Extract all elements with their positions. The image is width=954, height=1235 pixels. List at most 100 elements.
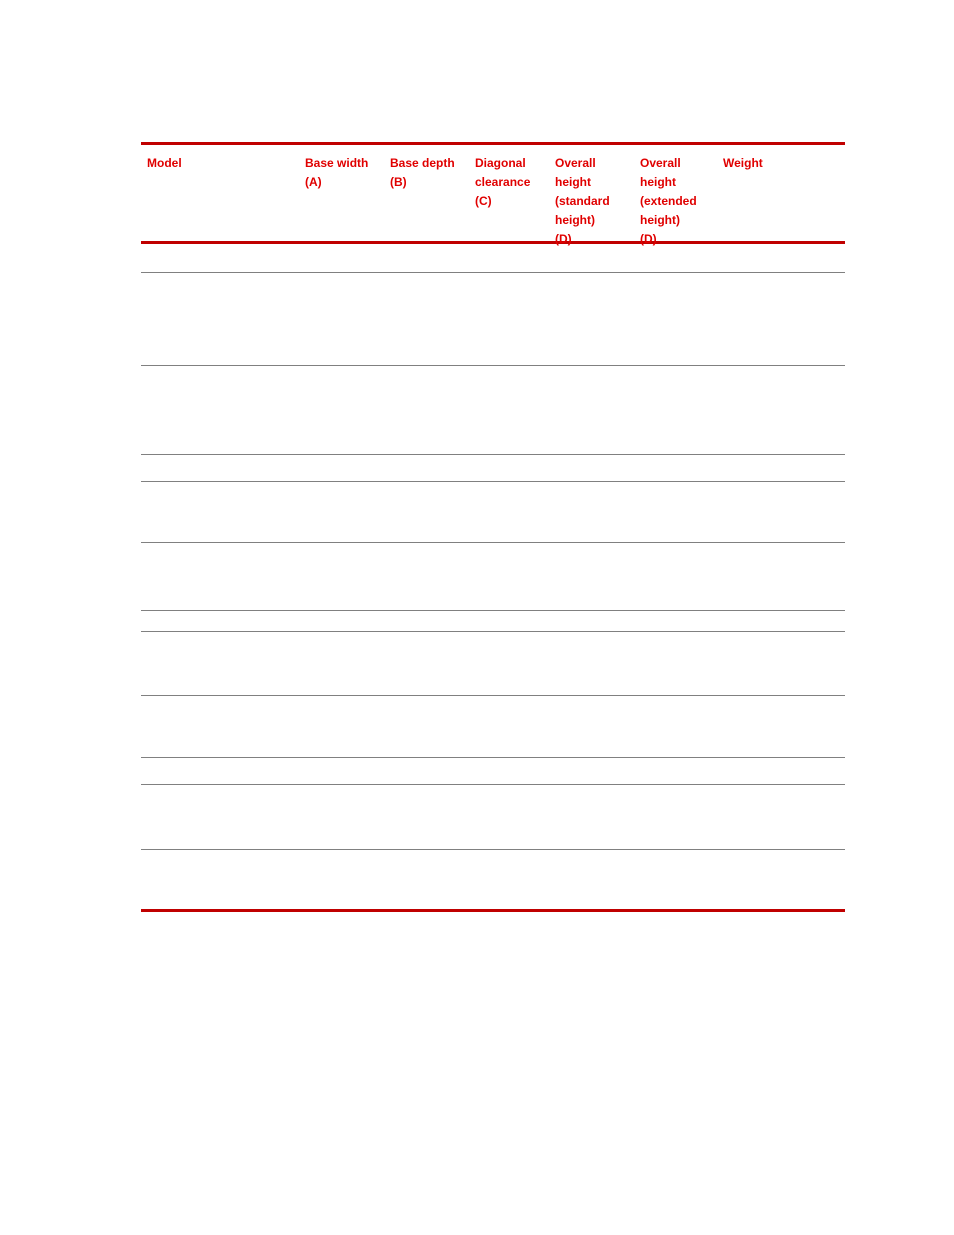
table-cell-weight [723, 611, 845, 631]
table-row [141, 850, 845, 909]
table-cell-overall_height_standard [555, 244, 640, 272]
table-cell-diagonal_clearance [475, 758, 555, 784]
table-cell-weight [723, 482, 845, 542]
table-cell-model [141, 632, 305, 695]
table-cell-model [141, 455, 305, 481]
table-cell-model [141, 273, 305, 365]
table-cell-model [141, 244, 305, 272]
table-cell-base_width [305, 785, 390, 849]
table-cell-base_width [305, 611, 390, 631]
table-cell-base_depth [390, 758, 475, 784]
table-cell-overall_height_extended [640, 611, 723, 631]
table-cell-model [141, 850, 305, 909]
table-cell-weight [723, 273, 845, 365]
table-cell-overall_height_standard [555, 696, 640, 757]
table-cell-model [141, 758, 305, 784]
table-cell-base_depth [390, 543, 475, 610]
table-cell-overall_height_standard [555, 785, 640, 849]
table-cell-diagonal_clearance [475, 850, 555, 909]
table-row [141, 244, 845, 272]
table-cell-base_depth [390, 482, 475, 542]
table-cell-base_width [305, 696, 390, 757]
table-cell-overall_height_extended [640, 455, 723, 481]
table-cell-model [141, 543, 305, 610]
table-cell-base_depth [390, 366, 475, 454]
table-row [141, 366, 845, 454]
table-cell-overall_height_standard [555, 273, 640, 365]
column-header-overall-height-extended: Overall height (extended height) (D) [640, 156, 697, 246]
table-cell-overall_height_extended [640, 543, 723, 610]
table-body [141, 244, 845, 909]
table-cell-base_depth [390, 244, 475, 272]
table-cell-base_depth [390, 696, 475, 757]
table-cell-overall_height_standard [555, 482, 640, 542]
table-cell-base_width [305, 482, 390, 542]
table-cell-weight [723, 632, 845, 695]
table-cell-overall_height_extended [640, 758, 723, 784]
column-header-base-depth: Base depth (B) [390, 156, 455, 189]
table-cell-overall_height_standard [555, 758, 640, 784]
table-cell-weight [723, 785, 845, 849]
table-cell-overall_height_extended [640, 785, 723, 849]
table-row [141, 758, 845, 784]
table-cell-diagonal_clearance [475, 273, 555, 365]
table-cell-diagonal_clearance [475, 366, 555, 454]
table-cell-base_width [305, 273, 390, 365]
column-header-weight: Weight [723, 156, 763, 170]
table-cell-model [141, 482, 305, 542]
table-cell-base_depth [390, 455, 475, 481]
table-cell-base_width [305, 850, 390, 909]
table-cell-weight [723, 543, 845, 610]
table-cell-model [141, 611, 305, 631]
table-cell-weight [723, 758, 845, 784]
table-cell-diagonal_clearance [475, 785, 555, 849]
specification-table: Model Base width (A) Base depth (B) Diag… [141, 142, 845, 912]
table-bottom-border [141, 909, 845, 912]
table-row [141, 455, 845, 481]
table-cell-overall_height_standard [555, 850, 640, 909]
table-header-row: Model Base width (A) Base depth (B) Diag… [141, 145, 845, 246]
table-cell-overall_height_standard [555, 632, 640, 695]
table-cell-diagonal_clearance [475, 244, 555, 272]
table-cell-base_depth [390, 785, 475, 849]
table-cell-overall_height_extended [640, 366, 723, 454]
table-cell-overall_height_standard [555, 455, 640, 481]
table-cell-base_width [305, 758, 390, 784]
column-header-overall-height-standard: Overall height (standard height) (D) [555, 156, 610, 246]
table-cell-model [141, 785, 305, 849]
column-header-diagonal-clearance: Diagonal clearance (C) [475, 156, 531, 208]
table-row [141, 785, 845, 849]
table-cell-base_width [305, 632, 390, 695]
table-cell-base_width [305, 366, 390, 454]
table-cell-base_width [305, 543, 390, 610]
table-cell-overall_height_extended [640, 244, 723, 272]
table-cell-model [141, 696, 305, 757]
table-cell-weight [723, 244, 845, 272]
table-row [141, 543, 845, 610]
table-cell-base_depth [390, 611, 475, 631]
table-row [141, 632, 845, 695]
table-cell-diagonal_clearance [475, 632, 555, 695]
column-header-model: Model [147, 156, 182, 170]
table-row [141, 273, 845, 365]
page-canvas: Model Base width (A) Base depth (B) Diag… [0, 0, 954, 1235]
table-cell-overall_height_extended [640, 696, 723, 757]
table-cell-weight [723, 850, 845, 909]
table-cell-diagonal_clearance [475, 543, 555, 610]
table-cell-overall_height_standard [555, 366, 640, 454]
table-cell-diagonal_clearance [475, 696, 555, 757]
table-cell-base_depth [390, 273, 475, 365]
table-cell-diagonal_clearance [475, 455, 555, 481]
table-cell-base_depth [390, 850, 475, 909]
table-cell-weight [723, 696, 845, 757]
table-cell-diagonal_clearance [475, 611, 555, 631]
table-cell-base_width [305, 244, 390, 272]
table-row [141, 696, 845, 757]
table-cell-overall_height_extended [640, 632, 723, 695]
table-cell-overall_height_extended [640, 273, 723, 365]
table-cell-overall_height_extended [640, 850, 723, 909]
table-cell-weight [723, 455, 845, 481]
table-cell-overall_height_standard [555, 611, 640, 631]
table-cell-model [141, 366, 305, 454]
table-cell-overall_height_standard [555, 543, 640, 610]
